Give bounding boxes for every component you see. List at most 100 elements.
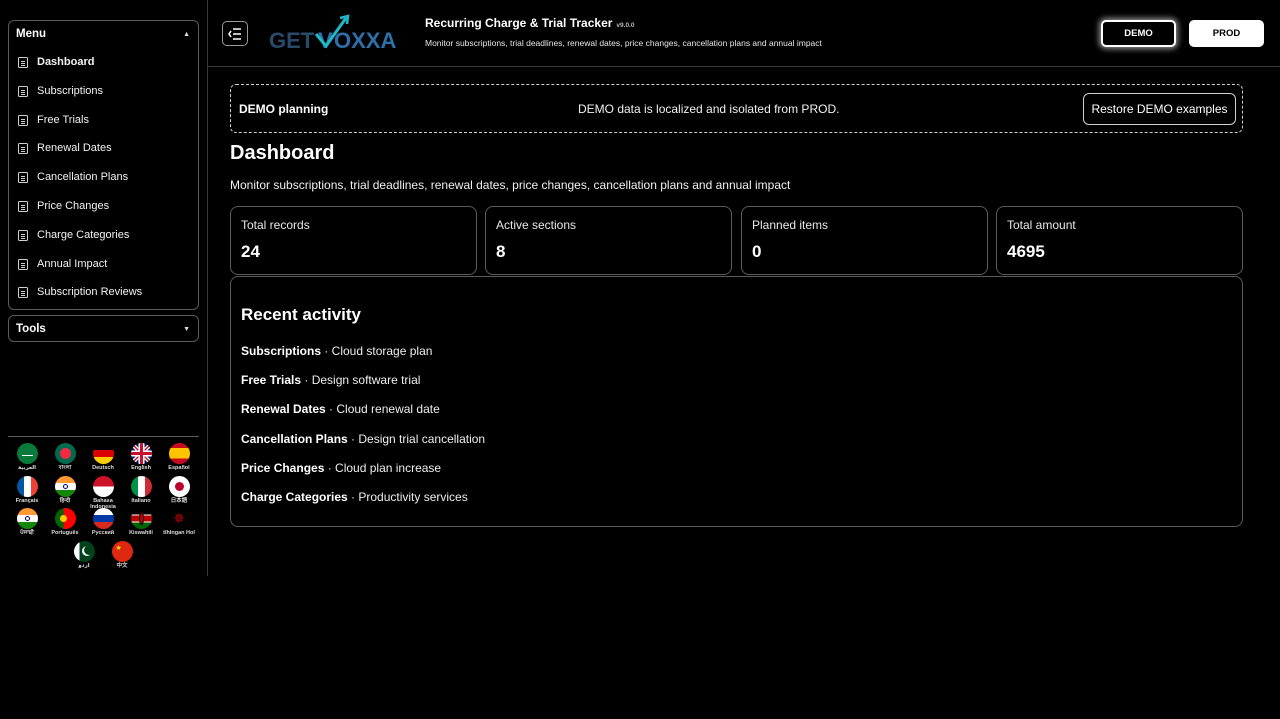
document-icon bbox=[18, 171, 28, 183]
svg-text:GET: GET bbox=[269, 28, 315, 53]
app-title: Recurring Charge & Trial Tracker v9.0.0 bbox=[425, 16, 635, 30]
language-klingon[interactable]: ✵ tlhIngan Hol bbox=[162, 508, 196, 536]
flag-japan-icon bbox=[168, 476, 190, 497]
language-hindi[interactable]: हिन्दी bbox=[48, 476, 82, 504]
sidebar: Menu ▲ Dashboard Subscriptions Free Tria… bbox=[0, 0, 208, 576]
sidebar-item-annual-impact[interactable]: Annual Impact bbox=[18, 258, 107, 270]
activity-item: Cancellation Plans · Design trial cancel… bbox=[241, 432, 486, 446]
flag-spain-icon bbox=[168, 443, 190, 464]
sidebar-item-subscription-reviews[interactable]: Subscription Reviews bbox=[18, 286, 142, 298]
stat-value: 0 bbox=[752, 242, 762, 261]
flag-uk-icon bbox=[130, 443, 152, 464]
top-header: GET V OXXA Recurring Charge & Trial Trac… bbox=[208, 0, 1280, 67]
sidebar-item-label: Annual Impact bbox=[37, 258, 108, 270]
stat-value: 4695 bbox=[1007, 242, 1045, 261]
sidebar-item-dashboard[interactable]: Dashboard bbox=[18, 56, 94, 68]
menu-panel: Menu ▲ Dashboard Subscriptions Free Tria… bbox=[8, 20, 199, 310]
stat-card-planned-items: Planned items 0 bbox=[741, 206, 988, 275]
flag-germany-icon bbox=[92, 443, 114, 464]
tools-title: Tools bbox=[16, 323, 46, 335]
document-icon bbox=[18, 229, 28, 241]
tools-header[interactable]: Tools ▼ bbox=[9, 316, 198, 342]
app-version: v9.0.0 bbox=[616, 22, 635, 29]
language-spanish[interactable]: Español bbox=[162, 443, 196, 471]
sidebar-item-label: Charge Categories bbox=[37, 229, 130, 241]
stat-card-active-sections: Active sections 8 bbox=[485, 206, 732, 275]
stat-label: Active sections bbox=[496, 218, 577, 232]
stat-label: Total amount bbox=[1007, 218, 1076, 232]
language-french[interactable]: Français bbox=[10, 476, 44, 504]
language-bangla[interactable]: বাংলা bbox=[48, 443, 82, 471]
banner-message: DEMO data is localized and isolated from… bbox=[578, 102, 840, 116]
language-portuguese[interactable]: Português bbox=[48, 508, 82, 536]
language-german[interactable]: Deutsch bbox=[86, 443, 120, 471]
flag-india-icon bbox=[16, 508, 38, 529]
page-title: Dashboard bbox=[230, 142, 335, 164]
recent-activity-panel: Recent activity Subscriptions · Cloud st… bbox=[230, 276, 1243, 527]
document-icon bbox=[18, 200, 28, 212]
language-urdu[interactable]: اردو bbox=[67, 541, 101, 569]
sidebar-item-cancellation-plans[interactable]: Cancellation Plans bbox=[18, 171, 128, 183]
stat-value: 24 bbox=[241, 242, 260, 261]
chevron-down-icon: ▼ bbox=[183, 325, 190, 333]
language-arabic[interactable]: العربية bbox=[10, 443, 44, 471]
app-subtitle: Monitor subscriptions, trial deadlines, … bbox=[425, 38, 822, 48]
activity-item: Charge Categories · Productivity service… bbox=[241, 490, 468, 504]
sidebar-item-label: Cancellation Plans bbox=[37, 171, 129, 183]
flag-saudi-arabia-icon bbox=[16, 443, 38, 464]
document-icon bbox=[18, 56, 28, 68]
sidebar-item-label: Price Changes bbox=[37, 200, 110, 212]
language-chinese[interactable]: ★ 中文 bbox=[105, 541, 139, 569]
stat-card-total-records: Total records 24 bbox=[230, 206, 477, 275]
activity-item: Price Changes · Cloud plan increase bbox=[241, 461, 442, 475]
language-russian[interactable]: Русский bbox=[86, 508, 120, 536]
sidebar-item-label: Dashboard bbox=[37, 56, 95, 68]
activity-item: Subscriptions · Cloud storage plan bbox=[241, 344, 433, 358]
flag-china-icon: ★ bbox=[111, 541, 133, 562]
sidebar-item-label: Renewal Dates bbox=[37, 142, 112, 154]
sidebar-item-charge-categories[interactable]: Charge Categories bbox=[18, 229, 129, 241]
flag-italy-icon bbox=[130, 476, 152, 497]
flag-indonesia-icon bbox=[92, 476, 114, 497]
flag-russia-icon bbox=[92, 508, 114, 529]
sidebar-item-label: Subscriptions bbox=[37, 85, 104, 97]
divider bbox=[8, 436, 199, 437]
language-punjabi[interactable]: ਪੰਜਾਬੀ bbox=[10, 508, 44, 536]
sidebar-item-label: Subscription Reviews bbox=[37, 286, 143, 298]
flag-portugal-icon bbox=[54, 508, 76, 529]
language-japanese[interactable]: 日本語 bbox=[162, 476, 196, 504]
collapse-menu-icon bbox=[228, 27, 241, 40]
language-swahili[interactable]: Kiswahili bbox=[124, 508, 158, 536]
stat-label: Total records bbox=[241, 218, 310, 232]
document-icon bbox=[18, 142, 28, 154]
prod-button[interactable]: PROD bbox=[1189, 20, 1264, 47]
recent-activity-title: Recent activity bbox=[241, 305, 361, 324]
flag-bangladesh-icon bbox=[54, 443, 76, 464]
sidebar-item-renewal-dates[interactable]: Renewal Dates bbox=[18, 142, 112, 154]
sidebar-item-price-changes[interactable]: Price Changes bbox=[18, 200, 109, 212]
document-icon bbox=[18, 258, 28, 270]
flag-pakistan-icon bbox=[73, 541, 95, 562]
language-indonesian[interactable]: Bahasa Indonesia bbox=[86, 476, 120, 510]
language-english[interactable]: English bbox=[124, 443, 158, 471]
activity-item: Renewal Dates · Cloud renewal date bbox=[241, 402, 440, 416]
sidebar-toggle-button[interactable] bbox=[222, 21, 248, 46]
sidebar-item-subscriptions[interactable]: Subscriptions bbox=[18, 85, 103, 97]
sidebar-item-free-trials[interactable]: Free Trials bbox=[18, 114, 89, 126]
flag-france-icon bbox=[16, 476, 38, 497]
menu-header[interactable]: Menu ▲ bbox=[9, 21, 198, 47]
tools-panel[interactable]: Tools ▼ bbox=[8, 315, 199, 342]
demo-button[interactable]: DEMO bbox=[1101, 20, 1176, 47]
language-italian[interactable]: Italiano bbox=[124, 476, 158, 504]
document-icon bbox=[18, 85, 28, 97]
stat-value: 8 bbox=[496, 242, 506, 261]
menu-title: Menu bbox=[16, 28, 47, 40]
demo-banner: DEMO planning DEMO data is localized and… bbox=[230, 84, 1243, 133]
chevron-up-icon: ▲ bbox=[183, 30, 190, 38]
flag-kenya-icon bbox=[130, 508, 152, 529]
banner-label: DEMO planning bbox=[239, 102, 329, 116]
restore-demo-button[interactable]: Restore DEMO examples bbox=[1083, 93, 1236, 125]
document-icon bbox=[18, 114, 28, 126]
klingon-emblem-icon: ✵ bbox=[173, 510, 185, 526]
getvoxxa-logo: GET V OXXA bbox=[269, 14, 396, 53]
